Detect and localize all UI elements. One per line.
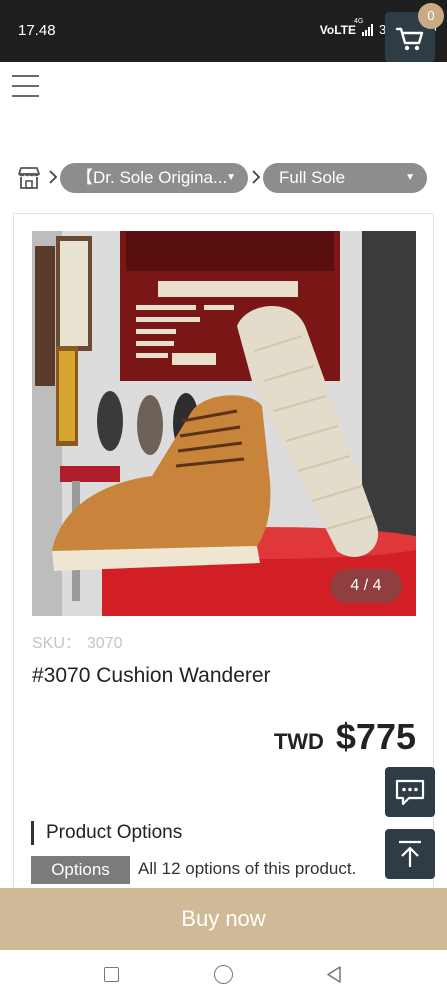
caret-down-icon: ▼ xyxy=(226,172,236,183)
store-icon[interactable] xyxy=(16,165,42,191)
system-nav-bar xyxy=(0,950,447,1000)
buy-now-button[interactable]: Buy now xyxy=(0,888,447,950)
volte-label: VoLTE xyxy=(319,22,356,37)
options-tag: Options xyxy=(31,856,130,884)
image-counter: 4 / 4 xyxy=(330,569,402,603)
back-to-top-button[interactable] xyxy=(385,829,435,879)
sku-label: SKU： xyxy=(32,635,81,652)
product-options-heading: Product Options xyxy=(31,821,182,845)
chevron-right-icon xyxy=(49,170,58,184)
product-title: #3070 Cushion Wanderer xyxy=(32,664,271,687)
category-select[interactable]: 【Dr. Sole Origina... ▼ xyxy=(60,163,248,193)
cart-count-badge: 0 xyxy=(418,3,444,29)
options-summary[interactable]: All 12 options of this product. xyxy=(138,859,356,879)
category-select-label: 【Dr. Sole Origina... xyxy=(76,168,228,187)
subcategory-select-label: Full Sole xyxy=(279,168,346,187)
price: TWD $775 xyxy=(274,716,416,758)
arrow-up-icon xyxy=(399,840,421,867)
chat-icon xyxy=(395,779,425,806)
chat-button[interactable] xyxy=(385,767,435,817)
status-bar: 17.48 VoLTE 4G 32% xyxy=(0,0,447,62)
product-image[interactable] xyxy=(32,231,416,616)
sku: SKU： 3070 xyxy=(32,629,123,653)
price-currency: TWD xyxy=(273,729,324,754)
breadcrumb: 【Dr. Sole Origina... ▼ Full Sole ▼ xyxy=(14,162,434,194)
price-amount: $775 xyxy=(335,716,416,757)
chevron-right-icon xyxy=(252,170,261,184)
hamburger-menu-icon[interactable] xyxy=(12,74,39,98)
home-icon[interactable] xyxy=(214,965,233,984)
status-time: 17.48 xyxy=(18,22,56,39)
signal-tag: 4G xyxy=(353,17,364,25)
caret-down-icon: ▼ xyxy=(405,172,415,183)
subcategory-select[interactable]: Full Sole ▼ xyxy=(263,163,427,193)
back-icon[interactable] xyxy=(326,965,342,984)
recent-apps-icon[interactable] xyxy=(104,967,119,982)
signal-icon: 4G xyxy=(354,18,373,36)
header xyxy=(0,62,447,146)
sku-value: 3070 xyxy=(86,635,123,652)
